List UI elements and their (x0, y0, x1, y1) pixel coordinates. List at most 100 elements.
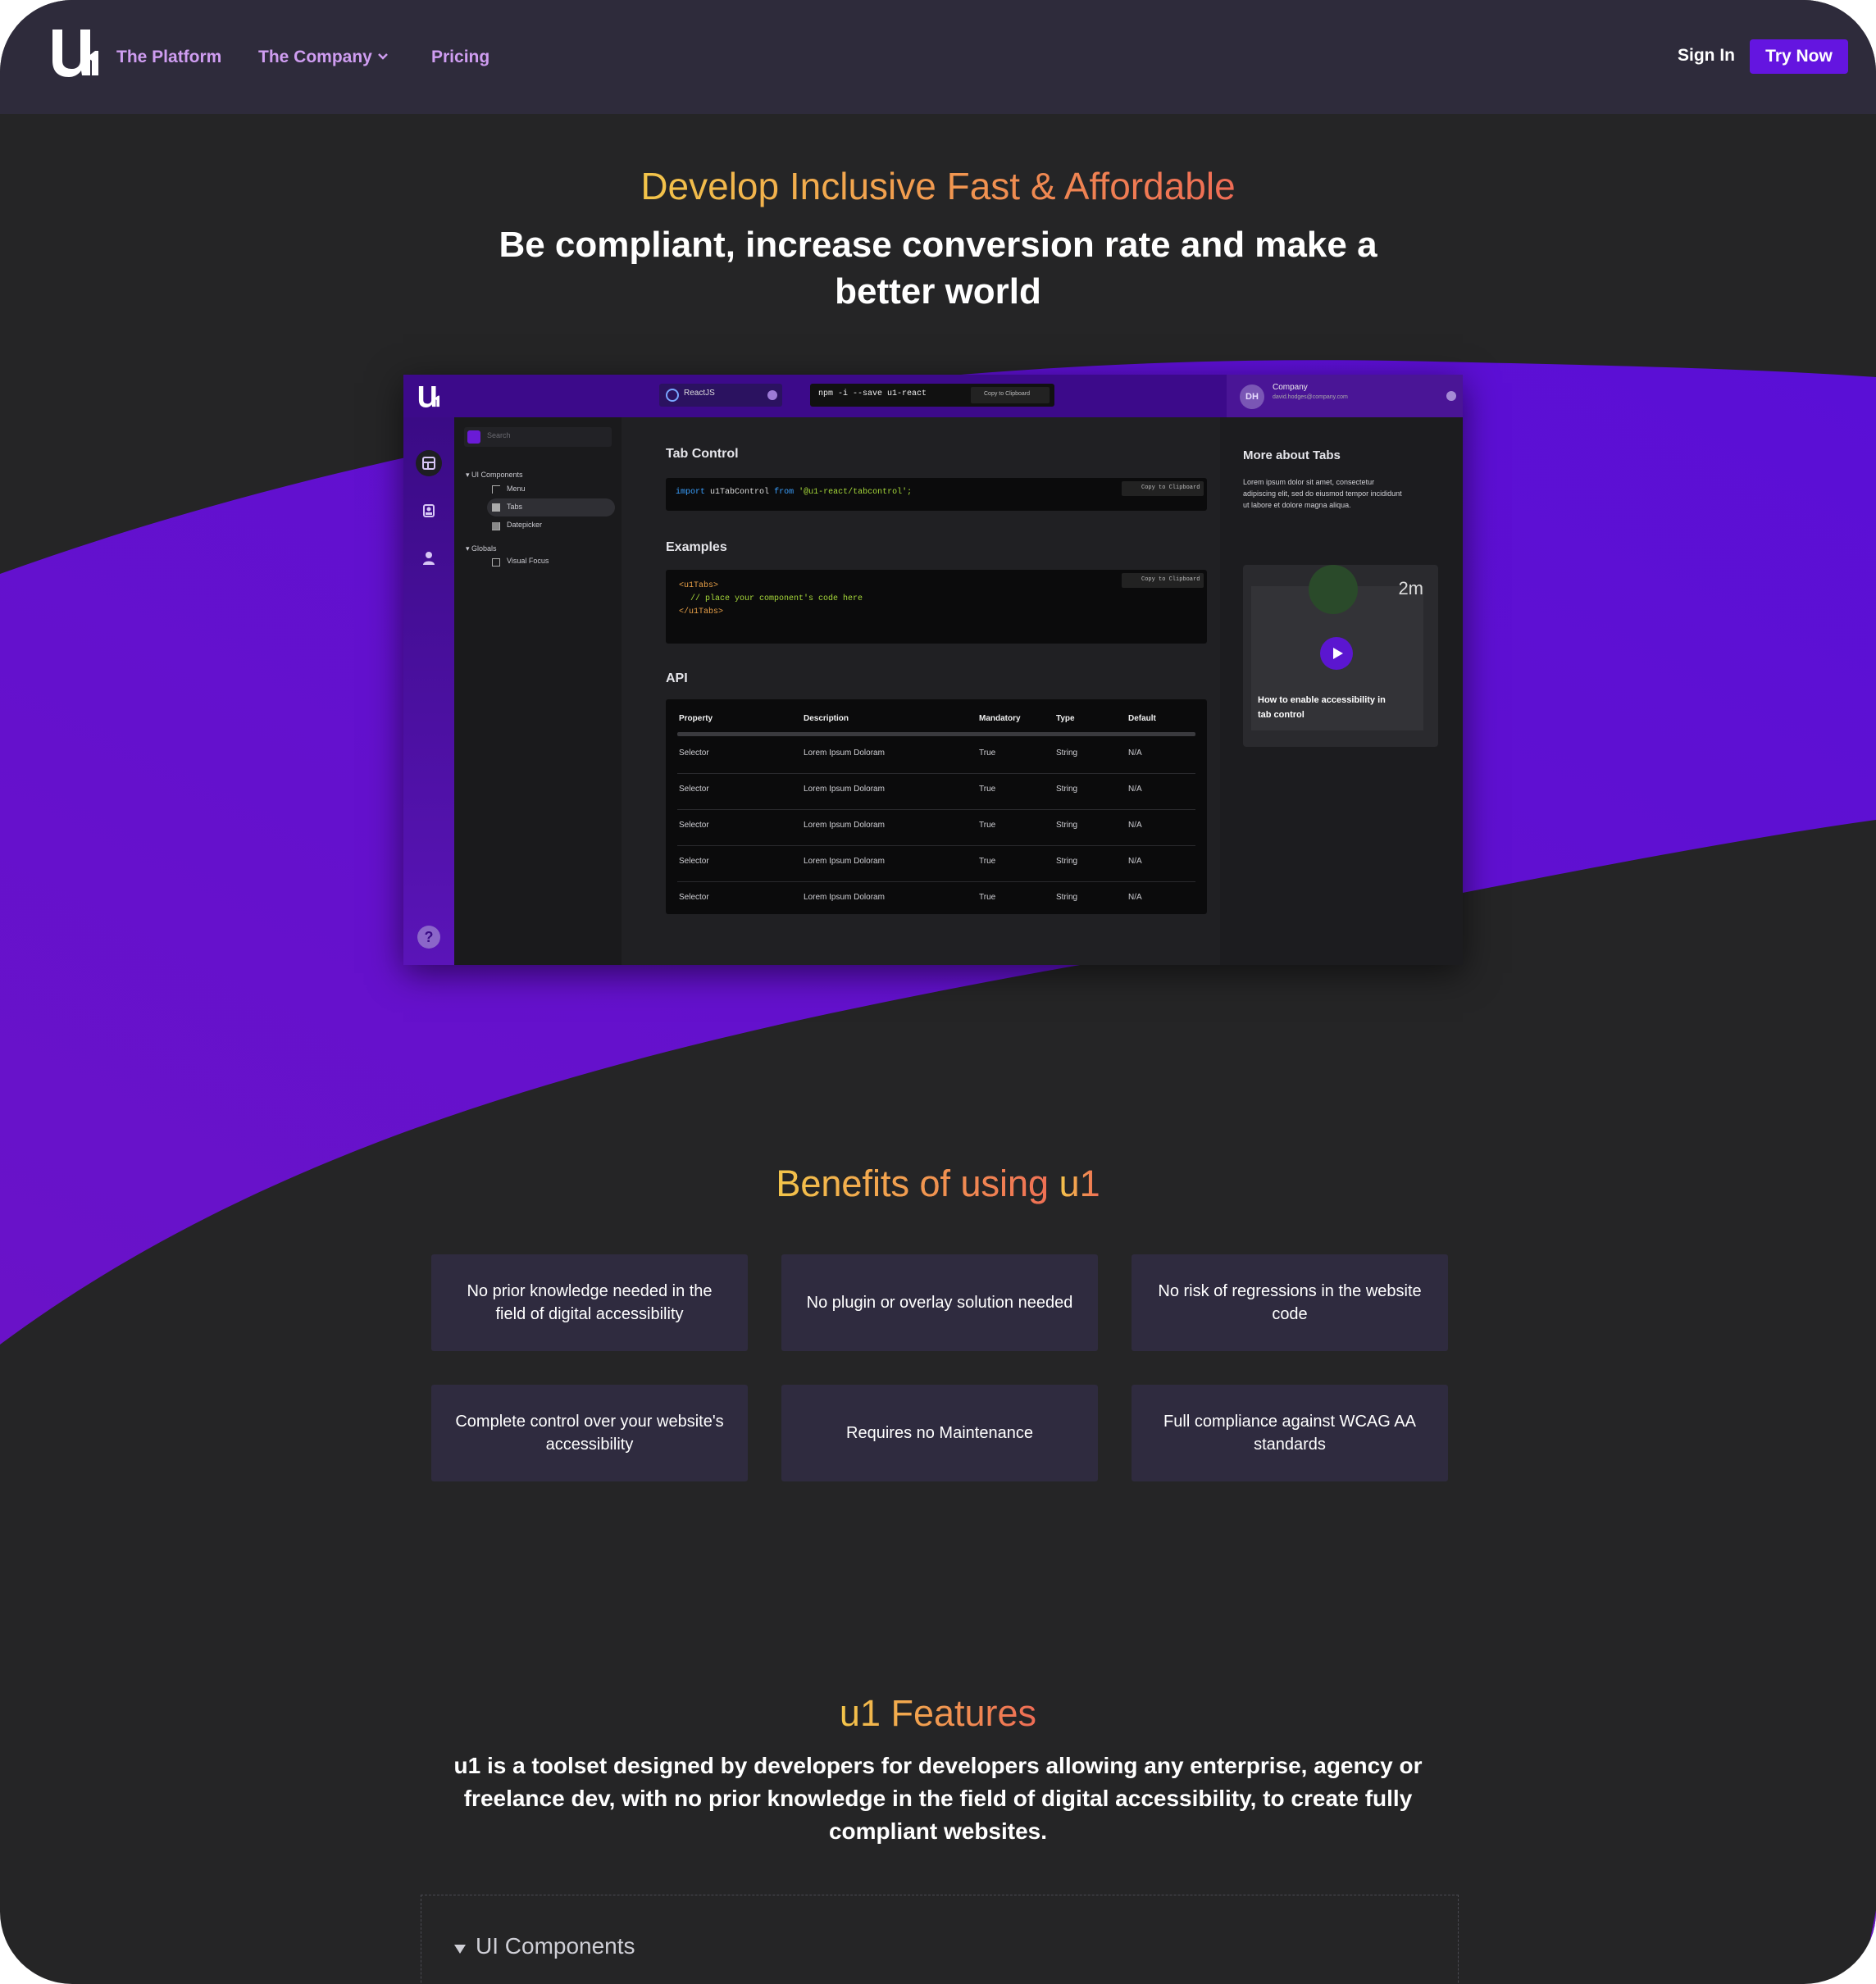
profile-card-icon[interactable] (416, 498, 442, 524)
api-cell-property: Selector (679, 785, 709, 794)
copy-clipboard-button[interactable]: Copy to Clipboard (971, 387, 1050, 403)
component-sidebar: Search ▾ UI Components Menu Tabs Datepic… (454, 417, 622, 965)
tree-item-menu[interactable]: Menu (507, 485, 526, 493)
api-cell-property: Selector (679, 749, 709, 758)
api-cell-default: N/A (1128, 893, 1142, 902)
u1-logo-icon (418, 386, 439, 407)
video-duration: 2m (1398, 578, 1423, 598)
page: The Platform The Company Pricing Sign In… (0, 0, 1876, 1984)
more-about-panel: More about Tabs Lorem ipsum dolor sit am… (1220, 417, 1463, 965)
tree-group-globals[interactable]: ▾ Globals (466, 544, 497, 553)
user-icon[interactable] (416, 545, 442, 571)
datepicker-icon (492, 522, 500, 530)
avatar[interactable]: DH (1240, 385, 1264, 409)
sidebar-search[interactable]: Search (464, 427, 612, 447)
help-icon[interactable]: ? (417, 926, 440, 949)
api-cell-mandatory: True (979, 749, 996, 758)
hero-kicker: Develop Inclusive Fast & Affordable (640, 165, 1236, 207)
menu-icon (492, 485, 500, 494)
api-col-header: Default (1128, 714, 1156, 723)
example-code-block: <u1Tabs> // place your component's code … (666, 570, 1207, 644)
install-command: npm -i --save u1-react Copy to Clipboard (810, 384, 1054, 407)
check-icon (1309, 565, 1358, 614)
search-icon (467, 430, 480, 444)
play-icon[interactable] (1320, 637, 1353, 670)
table-row-divider (677, 773, 1195, 774)
api-heading: API (666, 671, 688, 685)
api-cell-property: Selector (679, 893, 709, 902)
api-header-divider (677, 732, 1195, 736)
table-row-divider (677, 809, 1195, 810)
sign-in-link[interactable]: Sign In (1678, 46, 1735, 66)
caret-down-icon[interactable] (454, 1945, 466, 1954)
table-row-divider (677, 881, 1195, 882)
nav-link-pricing[interactable]: Pricing (431, 48, 489, 67)
api-cell-type: String (1056, 893, 1078, 902)
api-cell-property: Selector (679, 857, 709, 866)
api-col-header: Type (1056, 714, 1075, 723)
examples-heading: Examples (666, 540, 727, 554)
api-cell-mandatory: True (979, 893, 996, 902)
more-about-text: Lorem ipsum dolor sit amet, consectetur … (1243, 478, 1402, 509)
api-cell-description: Lorem Ipsum Doloram (804, 821, 885, 830)
react-icon (666, 389, 679, 402)
tree-item-visual-focus[interactable]: Visual Focus (507, 557, 549, 565)
components-icon[interactable] (416, 450, 442, 476)
features-heading: u1 Features (839, 1692, 1037, 1734)
api-cell-default: N/A (1128, 749, 1142, 758)
features-accordion[interactable]: UI Components (421, 1895, 1459, 1984)
video-thumbnail[interactable]: 2m How to enable accessibility in tab co… (1243, 565, 1438, 747)
framework-selector[interactable]: ReactJS (659, 384, 782, 407)
api-cell-property: Selector (679, 821, 709, 830)
api-col-header: Mandatory (979, 714, 1021, 723)
table-row-divider (677, 845, 1195, 846)
api-cell-mandatory: True (979, 785, 996, 794)
benefit-card: No risk of regressions in the website co… (1132, 1254, 1448, 1351)
api-table: Property Description Mandatory Type Defa… (666, 699, 1207, 914)
api-cell-type: String (1056, 857, 1078, 866)
user-email: david.hodges@company.com (1273, 394, 1348, 400)
benefit-card: Complete control over your website's acc… (431, 1385, 748, 1481)
tab-control-heading: Tab Control (666, 447, 739, 461)
api-cell-default: N/A (1128, 821, 1142, 830)
benefits-heading: Benefits of using u1 (776, 1163, 1100, 1204)
api-col-header: Property (679, 714, 713, 723)
user-panel: DH Company david.hodges@company.com (1227, 375, 1463, 417)
api-cell-description: Lorem Ipsum Doloram (804, 857, 885, 866)
nav-link-company[interactable]: The Company (258, 48, 372, 67)
user-menu-icon[interactable] (1446, 391, 1456, 401)
copy-clipboard-button[interactable]: Copy to Clipboard (1122, 573, 1204, 588)
chevron-down-icon[interactable] (377, 52, 389, 61)
features-description: u1 is a toolset designed by developers f… (453, 1753, 1423, 1844)
hero-title: Be compliant, increase conversion rate a… (499, 225, 1377, 312)
user-company: Company (1273, 383, 1308, 392)
settings-icon[interactable] (767, 390, 777, 400)
api-cell-type: String (1056, 749, 1078, 758)
api-cell-description: Lorem Ipsum Doloram (804, 785, 885, 794)
video-caption: How to enable accessibility in tab contr… (1258, 695, 1386, 720)
tabs-icon (492, 503, 500, 512)
try-now-button[interactable]: Try Now (1750, 39, 1848, 74)
api-cell-description: Lorem Ipsum Doloram (804, 893, 885, 902)
more-about-heading: More about Tabs (1243, 448, 1341, 462)
tree-group-ui-components[interactable]: ▾ UI Components (466, 471, 523, 480)
install-command-text: npm -i --save u1-react (818, 389, 927, 398)
api-cell-mandatory: True (979, 857, 996, 866)
tree-item-tabs[interactable]: Tabs (507, 503, 522, 511)
component-docs: Tab Control import u1TabControl from '@u… (622, 417, 1220, 965)
benefit-card: Requires no Maintenance (781, 1385, 1098, 1481)
api-cell-type: String (1056, 785, 1078, 794)
api-cell-description: Lorem Ipsum Doloram (804, 749, 885, 758)
framework-label: ReactJS (684, 389, 715, 398)
api-cell-default: N/A (1128, 857, 1142, 866)
tree-item-datepicker[interactable]: Datepicker (507, 521, 542, 529)
nav-link-platform[interactable]: The Platform (116, 48, 221, 67)
api-cell-default: N/A (1128, 785, 1142, 794)
app-screenshot: ReactJS npm -i --save u1-react Copy to C… (403, 375, 1463, 965)
search-placeholder: Search (487, 431, 511, 439)
benefit-card: No plugin or overlay solution needed (781, 1254, 1098, 1351)
u1-logo-icon[interactable] (51, 28, 98, 79)
accordion-label[interactable]: UI Components (476, 1933, 635, 1959)
copy-clipboard-button[interactable]: Copy to Clipboard (1122, 481, 1204, 496)
api-col-header: Description (804, 714, 849, 723)
